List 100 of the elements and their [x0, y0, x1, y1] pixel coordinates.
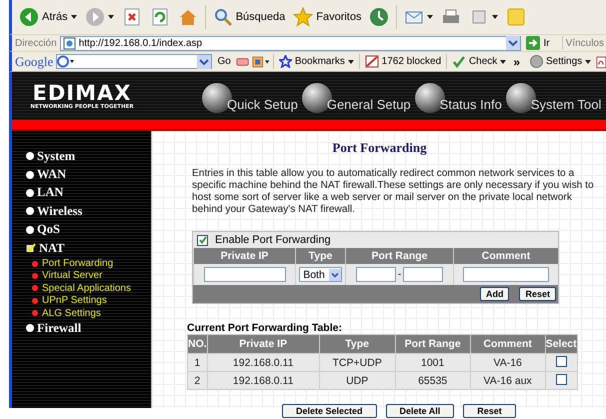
column-header: NO.: [188, 334, 208, 354]
checkbox-label: Enable Port Forwarding: [215, 234, 331, 246]
toolbar-button[interactable]: Búsqueda: [210, 4, 288, 30]
caret-icon: [348, 60, 354, 64]
reset-button[interactable]: Reset: [463, 404, 516, 418]
toolbar-button[interactable]: Favoritos: [290, 4, 364, 30]
nav-link[interactable]: General Setup: [302, 79, 411, 113]
bookmarks-button[interactable]: Bookmarks: [276, 55, 356, 68]
caret-icon: [492, 15, 498, 19]
table-cell: 192.168.0.11: [207, 354, 320, 372]
column-header: Private IP: [193, 248, 295, 264]
search-field[interactable]: [56, 54, 212, 69]
forward-icon: [84, 7, 105, 27]
popup-blocker-button[interactable]: 1762 blocked: [362, 55, 444, 68]
checkbox[interactable]: [556, 356, 567, 366]
table-cell: VA-16 aux: [470, 372, 546, 390]
arrow-icon: [526, 36, 540, 50]
bullet-icon: [32, 298, 38, 304]
menu-item[interactable]: Wireless: [26, 202, 151, 221]
caret-icon: [585, 60, 592, 64]
star-icon: [293, 7, 314, 27]
port-start-field[interactable]: [356, 267, 396, 282]
type-select[interactable]: Both: [299, 267, 342, 282]
caret-icon: [70, 15, 77, 19]
nav-link[interactable]: Status Info: [414, 79, 502, 113]
star-icon: [278, 55, 292, 68]
toolbar-button[interactable]: Atrás: [16, 4, 80, 30]
page-title: Port Forwarding: [331, 140, 428, 156]
table-cell: VA-16: [470, 354, 546, 372]
column-header: Comment: [453, 248, 558, 264]
table-cell: 65535: [395, 372, 470, 390]
menu-item[interactable]: LAN: [26, 184, 151, 202]
blocked-icon: [364, 55, 379, 68]
dropdown-icon[interactable]: [506, 36, 520, 50]
search-icon: [212, 7, 233, 27]
menu-item[interactable]: NAT: [26, 238, 151, 258]
links-label[interactable]: Vínculos: [566, 38, 606, 48]
table-cell: 192.168.0.11: [207, 372, 320, 390]
go-button[interactable]: Go: [215, 56, 233, 67]
table-title: Current Port Forwarding Table:: [187, 322, 343, 334]
private-ip-field[interactable]: [204, 267, 286, 282]
range-separator: -: [396, 269, 402, 280]
caret-icon: [108, 15, 114, 19]
column-header: Port Range: [395, 334, 470, 354]
port-end-field[interactable]: [403, 267, 444, 282]
menu-item[interactable]: WAN: [26, 165, 151, 184]
table-cell: TCP+UDP: [319, 354, 396, 372]
caret-icon: [500, 60, 506, 64]
more-button[interactable]: »: [511, 54, 522, 68]
home-icon: [178, 7, 198, 27]
table-cell: 2: [188, 372, 208, 390]
submenu-link[interactable]: Special Applications: [26, 282, 151, 295]
reset-button[interactable]: Reset: [519, 287, 556, 301]
history-icon: [369, 7, 390, 27]
column-header: Port Range: [345, 248, 453, 264]
menu-item[interactable]: QoS: [26, 220, 151, 239]
nav-link[interactable]: Quick Setup: [202, 79, 298, 113]
refresh-icon: [150, 7, 170, 27]
table-cell: 1001: [395, 354, 470, 372]
dropdown-icon[interactable]: [197, 54, 212, 68]
column-header: Select: [545, 334, 578, 354]
bullet-icon: [32, 310, 38, 316]
go-button[interactable]: Ir: [524, 36, 563, 50]
bullet-icon: [32, 272, 38, 279]
bullet-icon: [32, 285, 38, 292]
comment-field[interactable]: [463, 267, 549, 282]
address-label: Dirección: [14, 38, 57, 48]
caret-icon: [427, 15, 434, 19]
stop-icon: [122, 7, 142, 27]
add-button[interactable]: Add: [480, 287, 510, 301]
checkbox[interactable]: [197, 234, 208, 246]
description: Entries in this table allow you to automatically redirect common network services to a specific machine behind the NAT firewall.These settings are only necessary if you wish to host some sort of server like a web server or mail server on the private local network behind your Gateway's NAT firewall.: [192, 168, 595, 216]
submenu-link[interactable]: ALG Settings: [26, 306, 151, 320]
checkbox[interactable]: [556, 374, 567, 384]
page-rank-icon[interactable]: [252, 54, 270, 68]
settings-button[interactable]: Settings: [528, 55, 594, 68]
bullet-icon: [32, 260, 38, 267]
menu-item[interactable]: Firewall: [26, 319, 151, 338]
dropdown-icon: [328, 268, 341, 280]
delete-selected-button[interactable]: Delete Selected: [282, 404, 377, 418]
address-field[interactable]: http://192.168.0.1/index.asp: [60, 36, 521, 50]
delete-all-button[interactable]: Delete All: [386, 404, 454, 418]
google-logo: Google: [14, 54, 54, 70]
table-cell: UDP: [319, 372, 396, 390]
menu-item[interactable]: System: [26, 147, 151, 166]
column-header: Comment: [470, 334, 546, 354]
column-header: Type: [319, 334, 396, 354]
settings-icon: [530, 55, 543, 68]
submenu-link[interactable]: UPnP Settings: [26, 294, 151, 307]
check-icon: [452, 55, 466, 68]
submenu-link[interactable]: Virtual Server: [26, 270, 151, 282]
check-icon: [198, 236, 206, 244]
nav-link[interactable]: System Tool: [506, 79, 602, 113]
search-engine-icon: [57, 55, 76, 68]
submenu-link[interactable]: Port Forwarding: [26, 257, 151, 270]
brand-logo: EDIMAX: [32, 82, 132, 104]
back-icon: [19, 7, 39, 27]
spell-check-button[interactable]: Check: [450, 55, 508, 68]
page-icon: [62, 36, 76, 50]
pdf-icon[interactable]: [596, 54, 606, 68]
